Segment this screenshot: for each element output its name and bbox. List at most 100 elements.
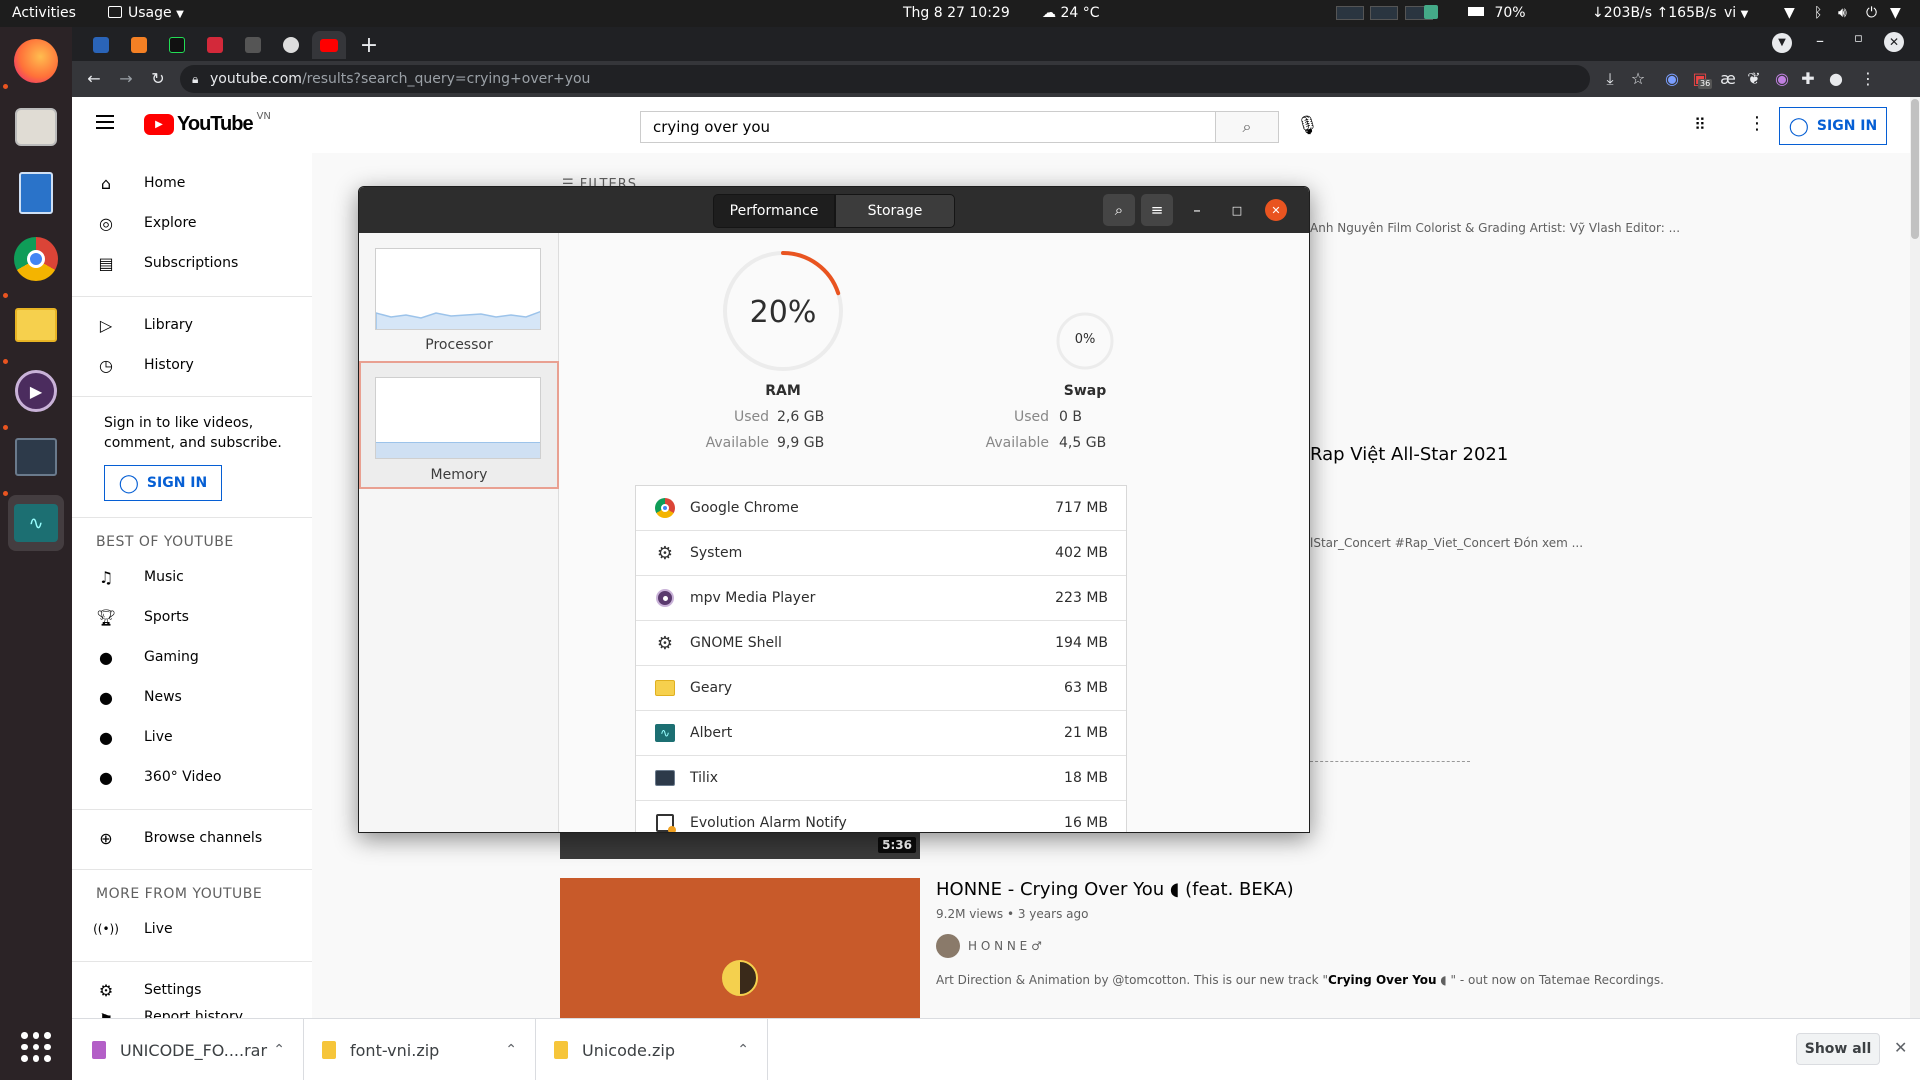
search-button[interactable]: ⌕ (1103, 194, 1135, 226)
close-button[interactable]: ✕ (1265, 199, 1287, 221)
guide-item-settings[interactable]: ⚙ Settings (72, 970, 312, 1010)
dock-mpv[interactable]: ▶ (8, 363, 64, 419)
activities-button[interactable]: Activities (12, 5, 76, 21)
tab-github[interactable] (274, 31, 308, 59)
battery-indicator[interactable]: 70% (1468, 5, 1526, 21)
result-2-title[interactable]: Rap Việt All-Star 2021 (1310, 444, 1508, 465)
bluetooth-icon[interactable]: ᛒ (1814, 5, 1822, 21)
result-4-thumbnail[interactable] (560, 878, 920, 1018)
extension-circle-icon[interactable]: ◉ (1772, 69, 1792, 89)
window-headerbar[interactable]: Performance Storage ⌕ ≡ – □ ✕ (359, 187, 1309, 233)
new-tab-button[interactable]: + (352, 31, 386, 59)
system-load-indicator[interactable] (1336, 6, 1433, 24)
tab-youtube[interactable] (312, 31, 346, 59)
search-button[interactable]: ⌕ (1215, 111, 1279, 143)
guide-item-live-more[interactable]: ((•)) Live (72, 909, 312, 949)
dock-system-monitor[interactable]: ∿ (8, 495, 64, 551)
result-3-thumbnail[interactable]: 5:36 (560, 833, 920, 859)
volume-icon[interactable]: 🔊︎ (1838, 5, 1847, 21)
guide-item-live[interactable]: ● Live (72, 717, 312, 757)
maximize-button[interactable]: □ (1221, 194, 1253, 226)
settings-menu-button[interactable]: ⋮ (1748, 113, 1766, 134)
tab-search-button[interactable]: ▼ (1772, 33, 1792, 53)
tab-code[interactable] (198, 31, 232, 59)
extension-badge-icon[interactable]: ▣36 (1690, 69, 1713, 89)
tab-tool[interactable] (160, 31, 194, 59)
dock-firefox[interactable] (8, 33, 64, 89)
menu-button[interactable]: ≡ (1141, 194, 1173, 226)
process-row[interactable]: ∿ Albert 21 MB (636, 711, 1126, 756)
apps-grid-button[interactable]: ⠿ (1694, 115, 1706, 134)
guide-item-report-history[interactable]: ⚑ Report history (72, 1005, 312, 1018)
weather[interactable]: ☁ 24 °C (1042, 5, 1100, 21)
guide-item-history[interactable]: ◷ History (72, 345, 312, 385)
show-applications-button[interactable] (8, 1019, 64, 1075)
youtube-logo[interactable]: ▶ YouTube VN (144, 111, 271, 136)
back-icon[interactable]: ← (84, 69, 104, 89)
download-item[interactable]: Unicode.zip ⌃ (536, 1019, 768, 1080)
clock[interactable]: Thg 8 27 10:29 (903, 5, 1010, 21)
screenshot-tray-icon[interactable] (1424, 5, 1438, 23)
address-bar[interactable]: 🔒︎ youtube.com/results?search_query=cryi… (180, 65, 1590, 93)
caret-down-icon[interactable]: ▼ (1890, 5, 1901, 21)
dock-writer[interactable] (8, 165, 64, 221)
restore-window-button[interactable]: ▫ (1854, 31, 1863, 46)
minimize-button[interactable]: – (1181, 194, 1213, 226)
tab-stack[interactable] (122, 31, 156, 59)
voice-search-button[interactable]: 🎙︎ (1296, 115, 1319, 136)
close-downloads-bar-button[interactable]: ✕ (1894, 1038, 1907, 1057)
tab-wordpress[interactable] (84, 31, 118, 59)
result-4-channel[interactable]: H O N N E ♂ (936, 934, 1042, 958)
profile-avatar-icon[interactable]: ● (1826, 69, 1846, 89)
net-speed[interactable]: ↓203B/s ↑165B/s (1592, 5, 1717, 21)
download-item[interactable]: UNICODE_FO....rar ⌃ (72, 1019, 304, 1080)
tab-storage[interactable]: Storage (835, 194, 955, 228)
result-4-title[interactable]: HONNE - Crying Over You ◖ (feat. BEKA) (936, 879, 1294, 900)
guide-item-360-video[interactable]: ● 360° Video (72, 757, 312, 797)
dock-files[interactable] (8, 99, 64, 155)
tab-performance[interactable]: Performance (713, 194, 835, 228)
download-item[interactable]: font-vni.zip ⌃ (304, 1019, 536, 1080)
guide-item-browse-channels[interactable]: ⊕ Browse channels (72, 818, 312, 858)
process-row[interactable]: ⚙ System 402 MB (636, 531, 1126, 576)
dock-tilix[interactable] (8, 429, 64, 485)
header-sign-in-button[interactable]: ◯ SIGN IN (1779, 107, 1887, 145)
guide-item-sports[interactable]: 🏆︎ Sports (72, 597, 312, 637)
hamburger-menu-icon[interactable] (96, 115, 114, 129)
process-row[interactable]: ⚙ GNOME Shell 194 MB (636, 621, 1126, 666)
guide-item-gaming[interactable]: ● Gaming (72, 637, 312, 677)
process-row[interactable]: mpv Media Player 223 MB (636, 576, 1126, 621)
guide-item-music[interactable]: ♫ Music (72, 557, 312, 597)
process-row[interactable]: Google Chrome 717 MB (636, 486, 1126, 531)
tab-hand[interactable] (236, 31, 270, 59)
guide-item-news[interactable]: ● News (72, 677, 312, 717)
process-row[interactable]: Geary 63 MB (636, 666, 1126, 711)
dock-chrome[interactable] (8, 231, 64, 287)
wifi-icon[interactable]: ▼ (1784, 5, 1795, 21)
app-menu[interactable]: Usage ▼ (108, 5, 184, 21)
show-all-downloads-button[interactable]: Show all (1796, 1033, 1880, 1065)
forward-icon[interactable]: → (116, 69, 136, 89)
minimize-window-button[interactable]: – (1816, 31, 1824, 50)
sidebar-item-processor[interactable]: Processor (359, 233, 559, 361)
extension-ae-icon[interactable]: æ (1718, 69, 1738, 89)
extensions-puzzle-icon[interactable]: ✚ (1798, 69, 1818, 89)
guide-item-library[interactable]: ▷ Library (72, 305, 312, 345)
browser-menu-icon[interactable]: ⋮ (1858, 69, 1878, 89)
process-memory-list[interactable]: Google Chrome 717 MB ⚙ System 402 MB mpv… (635, 485, 1127, 832)
guide-item-explore[interactable]: ◎ Explore (72, 203, 312, 243)
extension-feather-icon[interactable]: ❦ (1744, 69, 1764, 89)
bookmark-star-icon[interactable]: ☆ (1628, 69, 1648, 89)
extension-shield-icon[interactable]: ◉ (1662, 69, 1682, 89)
reload-icon[interactable]: ↻ (148, 69, 168, 89)
scrollbar-thumb[interactable] (1911, 99, 1919, 239)
install-app-icon[interactable]: ⤓ (1600, 69, 1620, 89)
power-icon[interactable]: ⏻ (1866, 5, 1877, 21)
process-row[interactable]: Evolution Alarm Notify 16 MB (636, 801, 1126, 832)
close-window-button[interactable]: ✕ (1884, 32, 1904, 52)
sidebar-item-memory[interactable]: Memory (359, 361, 559, 489)
guide-item-home[interactable]: ⌂ Home (72, 163, 312, 203)
dock-geary[interactable] (8, 297, 64, 353)
process-row[interactable]: Tilix 18 MB (636, 756, 1126, 801)
language-indicator[interactable]: vi ▼ (1724, 5, 1748, 21)
